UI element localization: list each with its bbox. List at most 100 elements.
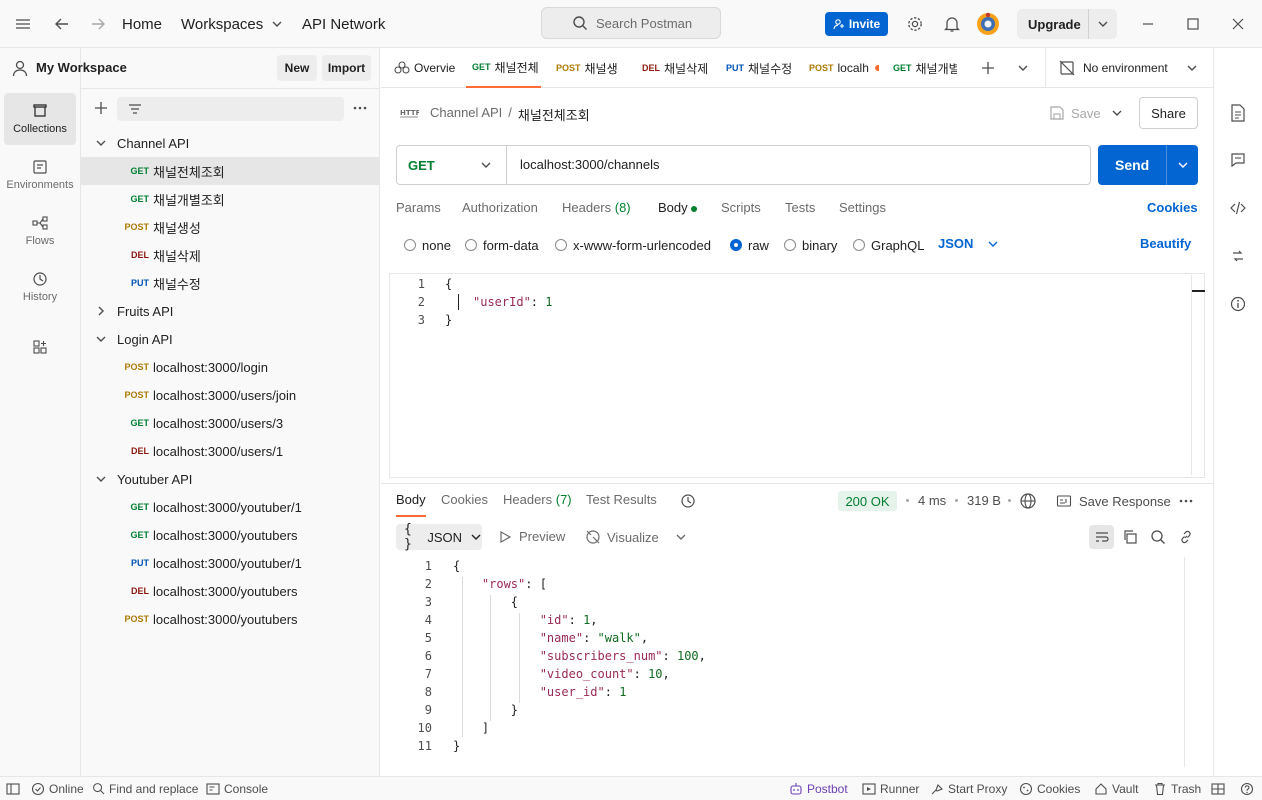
collection-folder[interactable]: Fruits API (81, 297, 379, 325)
add-icon[interactable] (93, 100, 109, 116)
related-collections-icon[interactable] (1230, 248, 1246, 264)
request-item[interactable]: DEL localhost:3000/users/1 (81, 437, 379, 465)
body-mode-option[interactable]: none (404, 236, 451, 254)
chevron-down-icon[interactable] (1111, 107, 1123, 119)
request-item[interactable]: POST localhost:3000/login (81, 353, 379, 381)
radio-button[interactable] (555, 239, 567, 251)
body-mode-option[interactable]: form-data (465, 236, 539, 254)
more-options-icon[interactable] (352, 100, 368, 116)
avatar[interactable] (976, 0, 1000, 48)
request-tab[interactable]: DEL 채널삭제 (636, 48, 712, 88)
link-icon[interactable] (1178, 529, 1194, 545)
request-item[interactable]: POST 채널생성 (81, 213, 379, 241)
request-subtab[interactable]: Tests (785, 200, 815, 218)
chevron-down-icon[interactable] (1017, 62, 1029, 74)
response-tab[interactable]: Headers (7) (503, 492, 572, 510)
save-response-button[interactable]: Save Response (1056, 492, 1171, 510)
request-subtab[interactable]: Params (396, 200, 441, 218)
method-selector[interactable]: GET (397, 146, 507, 184)
request-item[interactable]: POST localhost:3000/users/join (81, 381, 379, 409)
response-tab[interactable]: Body (396, 492, 426, 510)
radio-button[interactable] (465, 239, 477, 251)
breadcrumb-parent[interactable]: Channel API (430, 105, 502, 124)
wrap-lines-icon[interactable] (1089, 525, 1114, 549)
request-item[interactable]: PUT 채널수정 (81, 269, 379, 297)
radio-button[interactable] (404, 239, 416, 251)
request-subtab[interactable]: Settings (839, 200, 886, 218)
request-subtab[interactable]: Scripts (721, 200, 761, 218)
save-button[interactable]: Save (1049, 97, 1101, 129)
radio-button[interactable] (730, 239, 742, 251)
body-format-selector[interactable]: JSON (938, 236, 999, 251)
help-icon[interactable] (1240, 777, 1254, 800)
response-tab[interactable]: Cookies (441, 492, 488, 510)
visualize-button[interactable]: Visualize (585, 529, 687, 545)
search-icon[interactable] (1150, 529, 1166, 545)
body-mode-option[interactable]: raw (730, 236, 769, 254)
rail-history[interactable]: History (4, 261, 76, 313)
radio-button[interactable] (853, 239, 865, 251)
response-scrollbar[interactable] (1184, 557, 1185, 767)
globe-icon[interactable] (1019, 492, 1037, 510)
request-tab[interactable]: PUT 채널수정 (720, 48, 795, 88)
share-button[interactable]: Share (1139, 97, 1198, 129)
start-proxy-button[interactable]: Start Proxy (930, 777, 1007, 800)
cookies-link[interactable]: Cookies (1147, 200, 1198, 215)
editor-scrollbar[interactable] (1191, 290, 1205, 292)
status-badge[interactable]: 200 OK (838, 491, 897, 511)
environment-selector[interactable]: No environment (1053, 48, 1203, 88)
response-size[interactable]: 319 B (967, 493, 1001, 508)
response-divider[interactable] (381, 483, 1213, 484)
close-icon[interactable] (1231, 0, 1245, 48)
vault-button[interactable]: Vault (1094, 777, 1138, 800)
request-item[interactable]: DEL 채널삭제 (81, 241, 379, 269)
forward-arrow-icon[interactable] (89, 0, 107, 48)
request-name[interactable]: 채널전체조회 (518, 105, 590, 124)
rail-configure[interactable] (4, 321, 76, 373)
send-button[interactable]: Send (1098, 145, 1198, 185)
layout-grid-icon[interactable] (1211, 777, 1225, 800)
code-icon[interactable] (1230, 200, 1246, 216)
new-tab-icon[interactable] (980, 60, 996, 76)
new-button[interactable]: New (277, 55, 317, 81)
online-status[interactable]: Online (31, 777, 84, 800)
body-mode-option[interactable]: x-www-form-urlencoded (555, 236, 711, 254)
rail-environments[interactable]: Environments (4, 149, 76, 201)
notification-bell-icon[interactable] (944, 0, 960, 48)
history-icon[interactable] (680, 493, 696, 509)
request-item[interactable]: POST localhost:3000/youtubers (81, 605, 379, 633)
collection-folder[interactable]: Channel API (81, 129, 379, 157)
request-subtab[interactable]: Body (658, 200, 688, 218)
invite-button[interactable]: Invite (825, 12, 888, 36)
request-item[interactable]: GET 채널개별조회 (81, 185, 379, 213)
toggle-sidebar-icon[interactable] (6, 777, 20, 800)
body-mode-option[interactable]: GraphQL (853, 236, 924, 254)
request-subtab[interactable]: Headers (8) (562, 200, 631, 218)
search-bar[interactable]: Search Postman (541, 7, 721, 39)
response-time[interactable]: 4 ms (918, 493, 946, 508)
chevron-down-icon[interactable] (1166, 145, 1198, 185)
import-button[interactable]: Import (322, 55, 371, 81)
response-format-selector[interactable]: { } JSON (396, 522, 482, 552)
find-replace-button[interactable]: Find and replace (92, 777, 198, 800)
filter-input[interactable] (117, 97, 344, 121)
home-link[interactable]: Home (122, 0, 162, 48)
menu-icon[interactable] (14, 0, 32, 48)
request-item[interactable]: DEL localhost:3000/youtubers (81, 577, 379, 605)
console-button[interactable]: Console (206, 777, 268, 800)
upgrade-button[interactable]: Upgrade (1017, 9, 1117, 39)
request-tab[interactable]: Overvie (388, 48, 462, 88)
collection-folder[interactable]: Login API (81, 325, 379, 353)
workspaces-menu[interactable]: Workspaces (181, 0, 283, 48)
trash-button[interactable]: Trash (1153, 777, 1201, 800)
info-icon[interactable] (1230, 296, 1246, 312)
documentation-icon[interactable] (1230, 104, 1246, 122)
request-item[interactable]: GET localhost:3000/users/3 (81, 409, 379, 437)
request-item[interactable]: PUT localhost:3000/youtuber/1 (81, 549, 379, 577)
back-arrow-icon[interactable] (53, 0, 71, 48)
maximize-icon[interactable] (1186, 0, 1200, 48)
request-item[interactable]: GET 채널전체조회 (81, 157, 379, 185)
body-mode-option[interactable]: binary (784, 236, 837, 254)
cookies-button[interactable]: Cookies (1019, 777, 1080, 800)
copy-icon[interactable] (1122, 529, 1138, 545)
